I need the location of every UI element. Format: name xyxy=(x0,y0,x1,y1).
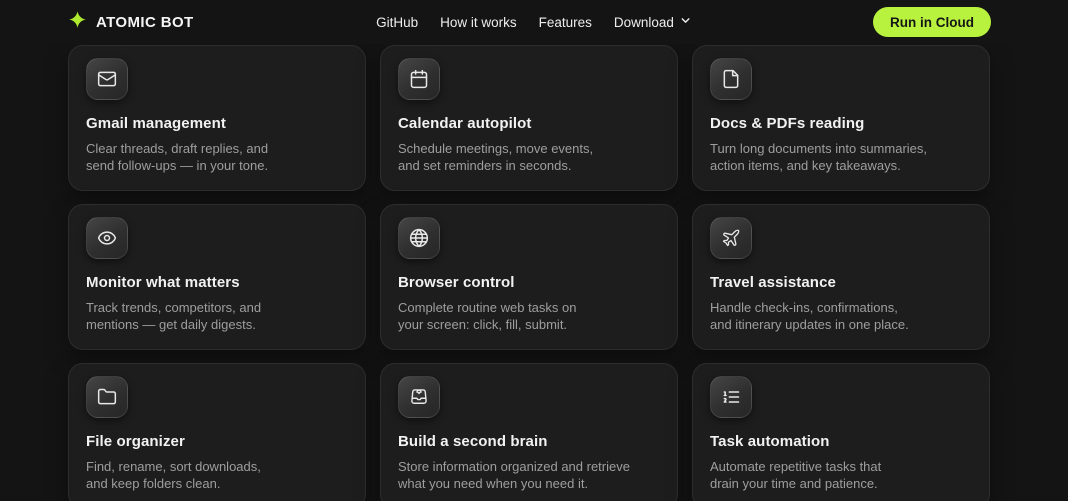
feature-card-file-organizer: File organizer Find, rename, sort downlo… xyxy=(68,363,366,501)
eye-icon xyxy=(86,217,128,259)
card-title: Docs & PDFs reading xyxy=(710,115,971,132)
card-title: File organizer xyxy=(86,433,347,450)
card-title: Calendar autopilot xyxy=(398,115,659,132)
plane-icon xyxy=(710,217,752,259)
feature-card-build-a-second-brain: Build a second brain Store information o… xyxy=(380,363,678,501)
card-description: Complete routine web tasks on your scree… xyxy=(398,300,659,333)
card-description: Store information organized and retrieve… xyxy=(398,459,659,492)
feature-card-task-automation: Task automation Automate repetitive task… xyxy=(692,363,990,501)
mail-icon xyxy=(86,58,128,100)
nav-link-github[interactable]: GitHub xyxy=(374,11,420,34)
ordered-list-icon xyxy=(710,376,752,418)
globe-icon xyxy=(398,217,440,259)
card-title: Monitor what matters xyxy=(86,274,347,291)
run-in-cloud-button[interactable]: Run in Cloud xyxy=(873,7,991,37)
card-description: Find, rename, sort downloads, and keep f… xyxy=(86,459,347,492)
card-description: Track trends, competitors, and mentions … xyxy=(86,300,347,333)
feature-card-calendar-autopilot: Calendar autopilot Schedule meetings, mo… xyxy=(380,45,678,191)
inbox-icon xyxy=(398,376,440,418)
card-description: Clear threads, draft replies, and send f… xyxy=(86,141,347,174)
card-description: Handle check-ins, confirmations, and iti… xyxy=(710,300,971,333)
nav-link-download[interactable]: Download xyxy=(612,10,694,34)
feature-card-gmail-management: Gmail management Clear threads, draft re… xyxy=(68,45,366,191)
chevron-down-icon xyxy=(679,14,692,30)
card-description: Turn long documents into summaries, acti… xyxy=(710,141,971,174)
card-description: Schedule meetings, move events, and set … xyxy=(398,141,659,174)
feature-card-monitor-what-matters: Monitor what matters Track trends, compe… xyxy=(68,204,366,350)
folder-icon xyxy=(86,376,128,418)
top-nav-bar: ATOMIC BOT GitHub How it works Features … xyxy=(0,0,1068,44)
features-grid: Gmail management Clear threads, draft re… xyxy=(68,45,990,501)
nav-link-how-it-works[interactable]: How it works xyxy=(438,11,519,34)
brand-logo[interactable]: ATOMIC BOT xyxy=(68,10,194,34)
nav-links: GitHub How it works Features Download xyxy=(374,10,694,34)
card-title: Build a second brain xyxy=(398,433,659,450)
card-title: Browser control xyxy=(398,274,659,291)
card-title: Gmail management xyxy=(86,115,347,132)
feature-card-docs-pdfs-reading: Docs & PDFs reading Turn long documents … xyxy=(692,45,990,191)
file-icon xyxy=(710,58,752,100)
card-description: Automate repetitive tasks that drain you… xyxy=(710,459,971,492)
nav-link-features[interactable]: Features xyxy=(537,11,594,34)
sparkle-icon xyxy=(68,10,87,34)
feature-card-browser-control: Browser control Complete routine web tas… xyxy=(380,204,678,350)
calendar-icon xyxy=(398,58,440,100)
card-title: Travel assistance xyxy=(710,274,971,291)
brand-name: ATOMIC BOT xyxy=(96,14,194,31)
card-title: Task automation xyxy=(710,433,971,450)
feature-card-travel-assistance: Travel assistance Handle check-ins, conf… xyxy=(692,204,990,350)
